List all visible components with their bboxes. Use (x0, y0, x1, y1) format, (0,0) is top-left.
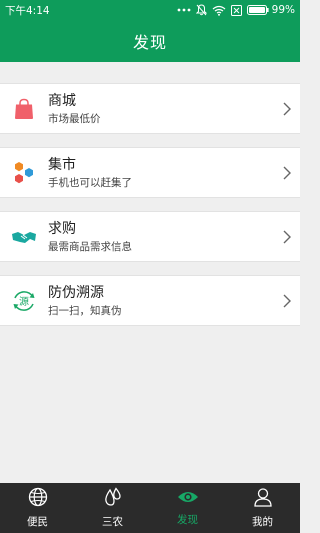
battery-indicator: 99% (246, 4, 295, 16)
battery-icon (246, 5, 269, 15)
more-dots-icon (177, 8, 191, 12)
shopping-bag-icon (0, 83, 48, 134)
tab-label: 我的 (252, 516, 273, 528)
tab-label: 便民 (27, 516, 48, 528)
chevron-right-icon (274, 102, 300, 116)
page-title: 发现 (132, 33, 167, 52)
app-header: 发现 (0, 20, 300, 62)
item-subtitle: 扫一扫，知真伪 (48, 304, 122, 317)
bottom-tab-bar: 便民 三农 发现 我的 (0, 483, 300, 533)
item-title: 集市 (48, 156, 76, 173)
tab-convenience[interactable]: 便民 (0, 483, 75, 533)
status-bar: 下午4:14 99% (0, 0, 300, 20)
eye-icon (177, 489, 199, 509)
status-icons: 99% (177, 4, 295, 16)
list-item-purchase-request[interactable]: 求购 最需商品需求信息 (0, 211, 300, 262)
globe-icon (28, 487, 48, 511)
chevron-right-icon (274, 294, 300, 308)
item-title: 求购 (48, 220, 76, 237)
wifi-icon (212, 5, 226, 16)
list-item-mall[interactable]: 商城 市场最低价 (0, 83, 300, 134)
item-subtitle: 最需商品需求信息 (48, 240, 132, 253)
tab-discover[interactable]: 发现 (150, 483, 225, 533)
item-title: 商城 (48, 92, 76, 109)
chevron-right-icon (274, 230, 300, 244)
no-sim-icon (230, 4, 242, 16)
item-subtitle: 市场最低价 (48, 112, 101, 125)
item-subtitle: 手机也可以赶集了 (48, 176, 132, 189)
tab-profile[interactable]: 我的 (225, 483, 300, 533)
notification-muted-icon (195, 4, 207, 16)
handshake-icon (0, 211, 48, 262)
battery-percent: 99% (271, 4, 295, 16)
item-title: 防伪溯源 (48, 284, 104, 301)
hexagon-cluster-icon (0, 147, 48, 198)
list-item-market[interactable]: 集市 手机也可以赶集了 (0, 147, 300, 198)
chevron-right-icon (274, 166, 300, 180)
water-drops-icon (103, 487, 123, 511)
list-item-anti-counterfeit[interactable]: 源 防伪溯源 扫一扫，知真伪 (0, 275, 300, 326)
tab-label: 三农 (102, 516, 123, 528)
source-trace-icon: 源 (0, 275, 48, 326)
tab-label: 发现 (177, 514, 198, 526)
svg-text:源: 源 (19, 295, 29, 308)
person-icon (253, 487, 273, 511)
tab-agriculture[interactable]: 三农 (75, 483, 150, 533)
status-time: 下午4:14 (5, 4, 50, 17)
